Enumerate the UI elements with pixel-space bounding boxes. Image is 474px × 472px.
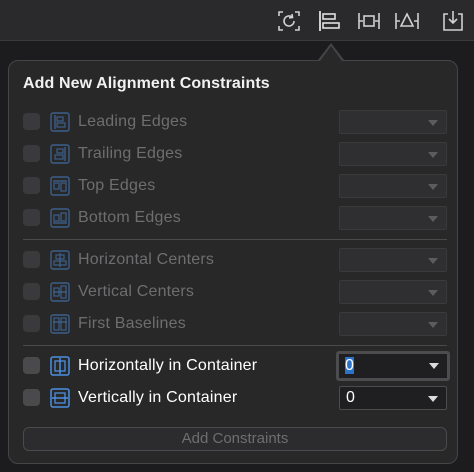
first-baselines-offset-select[interactable] <box>339 312 447 336</box>
chevron-down-icon <box>428 120 438 126</box>
top-edges-icon <box>50 176 70 196</box>
vertical-centers-icon <box>50 282 70 302</box>
chevron-down-icon <box>428 258 438 264</box>
trailing-edges-label: Trailing Edges <box>78 145 183 162</box>
leading-edges-row: Leading Edges <box>9 107 459 137</box>
resolve-issues-icon <box>395 12 419 29</box>
vertically-in-container-icon <box>50 388 70 408</box>
vertically-in-container-checkbox[interactable] <box>23 389 40 406</box>
update-frames-icon <box>278 11 300 31</box>
horizontal-centers-icon <box>50 250 70 270</box>
vertical-centers-row: Vertical Centers <box>9 277 459 307</box>
first-baselines-checkbox[interactable] <box>23 315 40 332</box>
chevron-down-icon <box>428 216 438 222</box>
vertically-in-container-label: Vertically in Container <box>78 389 238 406</box>
vertical-centers-label: Vertical Centers <box>78 283 195 300</box>
horizontally-in-container-row: Horizontally in Container 0 <box>9 351 459 381</box>
leading-edges-label: Leading Edges <box>78 113 188 130</box>
embed-in-button[interactable] <box>440 8 466 34</box>
horizontal-centers-offset-select[interactable] <box>339 248 447 272</box>
first-baselines-icon <box>50 314 70 334</box>
resolve-issues-button[interactable] <box>394 8 420 34</box>
offset-value: 0 <box>346 389 355 406</box>
bottom-edges-offset-select[interactable] <box>339 206 447 230</box>
top-edges-row: Top Edges <box>9 171 459 201</box>
horizontally-in-container-label: Horizontally in Container <box>78 357 258 374</box>
popover-title: Add New Alignment Constraints <box>23 75 270 92</box>
trailing-edges-row: Trailing Edges <box>9 139 459 169</box>
horizontally-in-container-checkbox[interactable] <box>23 357 40 374</box>
add-constraints-button[interactable]: Add Constraints <box>23 427 447 451</box>
vertical-centers-offset-select[interactable] <box>339 280 447 304</box>
leading-edges-offset-select[interactable] <box>339 110 447 134</box>
top-edges-offset-select[interactable] <box>339 174 447 198</box>
section-divider <box>23 239 447 240</box>
first-baselines-label: First Baselines <box>78 315 186 332</box>
canvas-toolbar <box>0 0 474 41</box>
bottom-edges-checkbox[interactable] <box>23 209 40 226</box>
top-edges-checkbox[interactable] <box>23 177 40 194</box>
horizontally-in-container-icon <box>50 356 70 376</box>
top-edges-label: Top Edges <box>78 177 156 194</box>
add-constraints-icon <box>358 13 380 29</box>
leading-edges-checkbox[interactable] <box>23 113 40 130</box>
chevron-down-icon[interactable] <box>429 363 439 369</box>
horizontal-centers-checkbox[interactable] <box>23 251 40 268</box>
update-frames-button[interactable] <box>276 8 302 34</box>
embed-in-icon <box>443 11 463 31</box>
offset-value: 0 <box>345 357 354 374</box>
leading-edges-icon <box>50 112 70 132</box>
bottom-edges-icon <box>50 208 70 228</box>
horizontal-centers-row: Horizontal Centers <box>9 245 459 275</box>
align-button[interactable] <box>316 8 342 34</box>
chevron-down-icon <box>428 152 438 158</box>
vertically-in-container-offset-input[interactable]: 0 <box>339 386 447 410</box>
alignment-constraints-popover: Add New Alignment Constraints Leading Ed… <box>8 60 458 464</box>
horizontally-in-container-offset-input[interactable]: 0 <box>336 351 450 381</box>
add-constraints-button[interactable] <box>356 8 382 34</box>
align-icon <box>319 11 340 31</box>
bottom-edges-row: Bottom Edges <box>9 203 459 233</box>
trailing-edges-icon <box>50 144 70 164</box>
popover-arrow-fill <box>320 46 342 61</box>
trailing-edges-offset-select[interactable] <box>339 142 447 166</box>
bottom-edges-label: Bottom Edges <box>78 209 181 226</box>
chevron-down-icon[interactable] <box>428 396 438 402</box>
vertical-centers-checkbox[interactable] <box>23 283 40 300</box>
chevron-down-icon <box>428 322 438 328</box>
chevron-down-icon <box>428 290 438 296</box>
horizontal-centers-label: Horizontal Centers <box>78 251 215 268</box>
vertically-in-container-row: Vertically in Container 0 <box>9 383 459 413</box>
section-divider <box>23 345 447 346</box>
trailing-edges-checkbox[interactable] <box>23 145 40 162</box>
chevron-down-icon <box>428 184 438 190</box>
first-baselines-row: First Baselines <box>9 309 459 339</box>
